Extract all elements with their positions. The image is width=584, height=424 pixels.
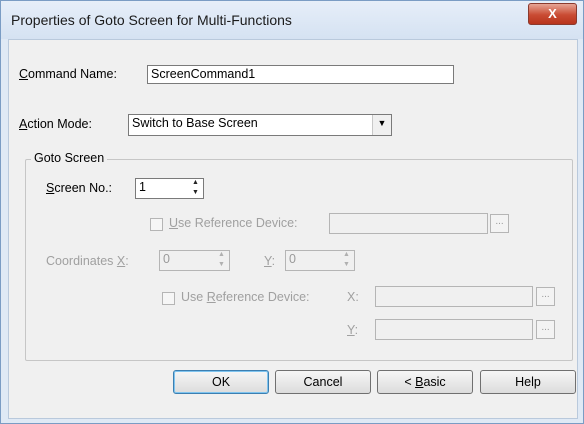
- action-mode-value: Switch to Base Screen: [132, 116, 258, 130]
- screen-no-stepper[interactable]: 1 ▲ ▼: [135, 178, 204, 199]
- reference-x-label: X:: [347, 290, 359, 304]
- coordinate-x-stepper[interactable]: 0 ▲ ▼: [159, 250, 230, 271]
- coordinate-y-stepper[interactable]: 0 ▲ ▼: [285, 250, 355, 271]
- close-button[interactable]: X: [528, 3, 577, 25]
- command-name-input[interactable]: ScreenCommand1: [147, 65, 454, 84]
- reference-x-input[interactable]: [375, 286, 533, 307]
- ok-button[interactable]: OK: [173, 370, 269, 394]
- goto-screen-group-label: Goto Screen: [31, 151, 108, 165]
- help-button[interactable]: Help: [480, 370, 576, 394]
- reference-y-input[interactable]: [375, 319, 533, 340]
- action-mode-select[interactable]: Switch to Base Screen ▼: [128, 114, 392, 136]
- close-icon: X: [548, 6, 557, 21]
- command-name-label: Command Name:: [19, 67, 117, 81]
- spin-arrows-icon[interactable]: ▲ ▼: [339, 251, 354, 270]
- dialog-window: Properties of Goto Screen for Multi-Func…: [0, 0, 584, 424]
- screen-no-label: Screen No.:: [46, 181, 113, 195]
- browse-y-button[interactable]: ...: [536, 320, 555, 339]
- use-reference-device-checkbox[interactable]: [150, 218, 163, 231]
- use-reference-device-coords-label: Use Reference Device:: [181, 290, 310, 304]
- browse-button[interactable]: ...: [490, 214, 509, 233]
- reference-y-label: Y:: [347, 323, 359, 337]
- title-bar[interactable]: Properties of Goto Screen for Multi-Func…: [1, 1, 583, 39]
- coordinate-y-value: 0: [289, 252, 296, 266]
- basic-button[interactable]: < Basic: [377, 370, 473, 394]
- dialog-title: Properties of Goto Screen for Multi-Func…: [11, 12, 292, 28]
- coordinate-x-value: 0: [163, 252, 170, 266]
- cancel-button[interactable]: Cancel: [275, 370, 371, 394]
- action-mode-label: Action Mode:: [19, 117, 92, 131]
- chevron-down-icon[interactable]: ▼: [372, 115, 391, 135]
- use-reference-device-label: Use Reference Device:: [169, 216, 298, 230]
- use-reference-device-coords-checkbox[interactable]: [162, 292, 175, 305]
- browse-x-button[interactable]: ...: [536, 287, 555, 306]
- spin-arrows-icon[interactable]: ▲ ▼: [214, 251, 229, 270]
- coordinate-y-label: Y:: [264, 254, 276, 268]
- spin-arrows-icon[interactable]: ▲ ▼: [188, 179, 203, 198]
- screen-no-value: 1: [139, 180, 146, 194]
- coordinates-label: Coordinates X:: [46, 254, 129, 268]
- reference-device-input[interactable]: [329, 213, 488, 234]
